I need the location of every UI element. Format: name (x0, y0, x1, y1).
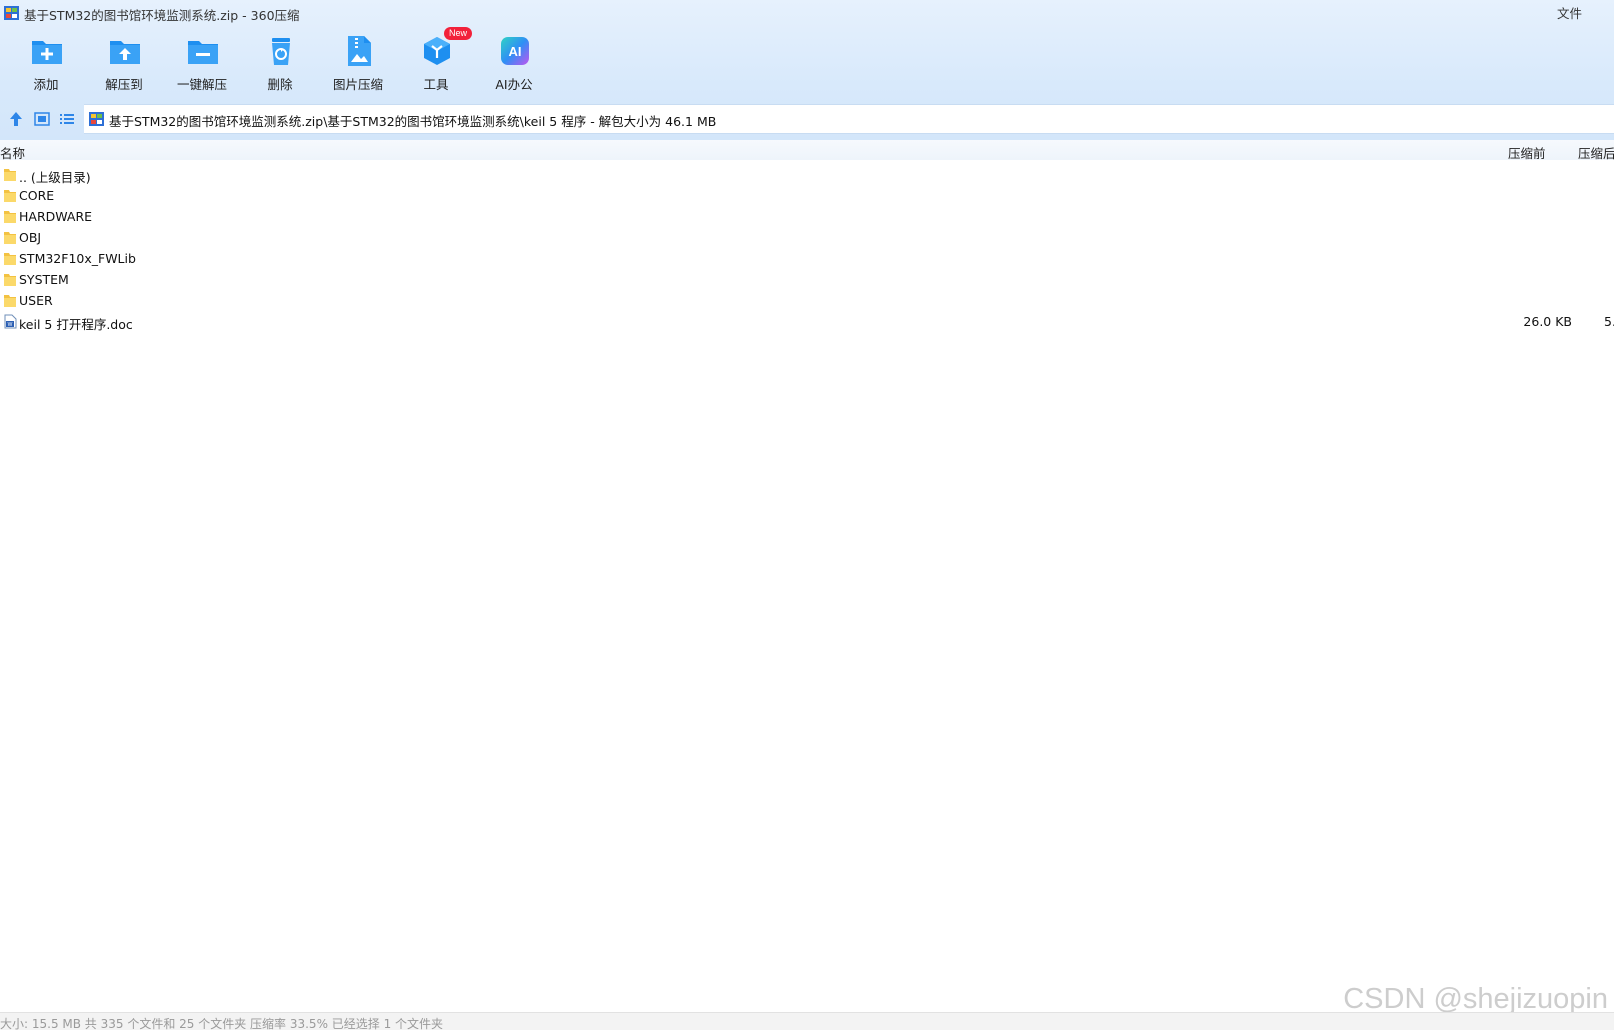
app-logo-icon (4, 6, 19, 20)
tools-label: 工具 (423, 77, 449, 92)
new-badge: New (444, 27, 473, 40)
file-name: HARDWARE (19, 209, 93, 224)
status-text: 大小: 15.5 MB 共 335 个文件和 25 个文件夹 压缩率 33.5%… (0, 1017, 444, 1031)
file-name: STM32F10x_FWLib (19, 251, 136, 266)
image-compress-label: 图片压缩 (332, 77, 383, 92)
list-item-user[interactable]: USER (0, 290, 1614, 311)
thumbnail-view-icon[interactable] (33, 110, 51, 128)
address-bar[interactable]: 基于STM32的图书馆环境监测系统.zip\基于STM32的图书馆环境监测系统\… (84, 104, 1614, 134)
column-size-after[interactable]: 压缩后 (1578, 143, 1614, 162)
folder-icon (4, 295, 16, 307)
list-item-core[interactable]: CORE (0, 185, 1614, 206)
file-name: CORE (19, 188, 55, 203)
list-item-system[interactable]: SYSTEM (0, 269, 1614, 290)
add-label: 添加 (33, 77, 59, 92)
file-compressed-size: 5. (1604, 314, 1614, 329)
file-menu[interactable]: 文件 (1557, 3, 1582, 22)
window-chrome: 基于STM32的图书馆环境监测系统.zip - 360压缩 文件 添加 解压到 (0, 0, 1614, 140)
up-arrow-icon[interactable] (7, 110, 25, 128)
title-bar: 基于STM32的图书馆环境监测系统.zip - 360压缩 文件 (0, 0, 1614, 26)
image-compress-icon (348, 36, 371, 66)
tools-button[interactable]: New 工具 (396, 27, 476, 94)
delete-label: 删除 (267, 77, 293, 92)
extract-to-icon (110, 41, 140, 64)
one-click-extract-button[interactable]: 一键解压 (162, 30, 242, 94)
folder-icon (4, 253, 16, 265)
svg-text:W: W (8, 322, 13, 328)
file-name: .. (上级目录) (19, 170, 91, 185)
list-item-fwlib[interactable]: STM32F10x_FWLib (0, 248, 1614, 269)
folder-icon (4, 190, 16, 202)
list-item-doc[interactable]: W keil 5 打开程序.doc 26.0 KB 5. (0, 311, 1614, 332)
image-compress-button[interactable]: 图片压缩 (318, 30, 398, 94)
extract-to-label: 解压到 (105, 77, 143, 92)
list-item-parent-dir[interactable]: .. (上级目录) (0, 164, 1614, 185)
list-view-icon[interactable] (58, 110, 76, 128)
extract-to-button[interactable]: 解压到 (84, 30, 164, 94)
column-header: 名称 压缩前 压缩后 (0, 140, 1614, 162)
address-path: 基于STM32的图书馆环境监测系统.zip\基于STM32的图书馆环境监测系统\… (109, 114, 717, 129)
toolbar: 添加 解压到 一键解压 删除 图片压缩 New 工具 AI AI办公 (0, 27, 600, 94)
folder-icon (4, 169, 16, 181)
recycle-bin-icon (272, 38, 290, 65)
file-name: OBJ (19, 230, 42, 245)
ai-office-label: AI办公 (495, 77, 533, 92)
file-name: keil 5 打开程序.doc (19, 317, 133, 332)
folder-icon (4, 274, 16, 286)
folder-icon (4, 211, 16, 223)
navigation-row: 基于STM32的图书馆环境监测系统.zip\基于STM32的图书馆环境监测系统\… (0, 102, 1614, 134)
window-title: 基于STM32的图书馆环境监测系统.zip - 360压缩 (24, 8, 300, 23)
one-click-extract-label: 一键解压 (176, 77, 227, 92)
list-item-hardware[interactable]: HARDWARE (0, 206, 1614, 227)
svg-text:AI: AI (509, 44, 522, 59)
folder-icon (4, 232, 16, 244)
archive-icon (89, 112, 104, 126)
ai-office-icon: AI (501, 37, 529, 65)
file-name: SYSTEM (19, 272, 69, 287)
column-size-before[interactable]: 压缩前 (1508, 143, 1546, 162)
add-button[interactable]: 添加 (6, 30, 86, 94)
delete-button[interactable]: 删除 (240, 30, 320, 94)
status-bar: 大小: 15.5 MB 共 335 个文件和 25 个文件夹 压缩率 33.5%… (0, 1012, 1614, 1031)
column-name[interactable]: 名称 (0, 143, 25, 162)
one-click-extract-icon (188, 41, 218, 64)
word-document-icon: W (4, 314, 17, 329)
list-item-obj[interactable]: OBJ (0, 227, 1614, 248)
add-folder-icon (32, 41, 62, 64)
ai-office-button[interactable]: AI AI办公 (474, 30, 554, 94)
file-name: USER (19, 293, 53, 308)
file-size: 26.0 KB (1523, 314, 1572, 329)
